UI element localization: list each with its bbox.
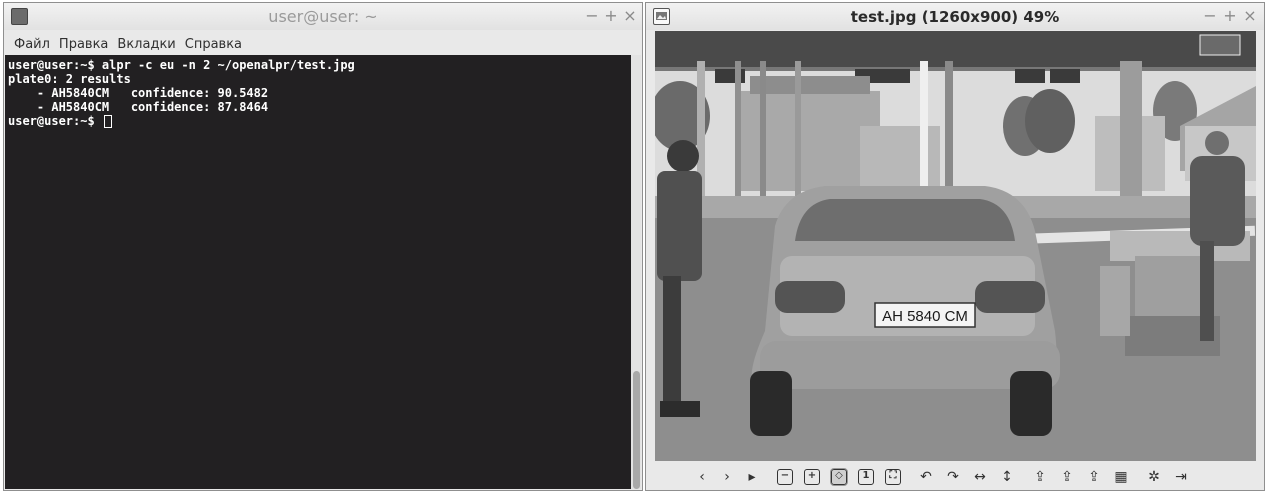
flip-horizontal-icon[interactable]: ↔ [972, 469, 988, 485]
terminal-line-result-1: - AH5840CM confidence: 90.5482 [8, 86, 269, 100]
rotate-left-icon[interactable]: ↶ [918, 469, 934, 485]
zoom-original-icon[interactable]: 1 [858, 469, 874, 485]
settings-icon[interactable]: ✲ [1146, 469, 1162, 485]
terminal-cursor [103, 115, 112, 128]
terminal-prompt: user@user:~$ [8, 114, 102, 128]
zoom-fit-icon[interactable]: ◇ [830, 468, 848, 486]
terminal-line-results: plate0: 2 results [8, 72, 131, 86]
menu-file[interactable]: Файл [14, 34, 50, 52]
terminal-line-command: user@user:~$ alpr -c eu -n 2 ~/openalpr/… [8, 58, 355, 72]
flip-vertical-icon[interactable]: ↕ [999, 469, 1015, 485]
terminal-output[interactable]: user@user:~$ alpr -c eu -n 2 ~/openalpr/… [5, 55, 631, 489]
image-viewer-window: test.jpg (1260x900) 49% − + × AH 5840 CM… [645, 2, 1265, 491]
terminal-titlebar[interactable]: user@user: ~ − + × [4, 3, 642, 30]
fullscreen-icon[interactable]: ⛶ [885, 469, 901, 485]
viewer-minimize-button[interactable]: − [1203, 6, 1217, 25]
terminal-window: user@user: ~ − + × Файл Правка Вкладки Спра… [3, 2, 643, 491]
terminal-menubar: Файл Правка Вкладки Справка [4, 33, 642, 55]
license-plate-text: AH 5840 CM [882, 308, 968, 325]
save-disk-icon[interactable]: ▦ [1113, 469, 1129, 485]
exit-icon[interactable]: ⇥ [1173, 469, 1189, 485]
save-icon[interactable]: ⇪ [1086, 469, 1102, 485]
terminal-scrollbar-thumb[interactable] [633, 371, 640, 489]
viewer-title: test.jpg (1260x900) 49% [850, 8, 1060, 26]
zoom-out-icon[interactable]: − [777, 469, 793, 485]
next-icon[interactable]: › [719, 469, 735, 485]
menu-tabs[interactable]: Вкладки [117, 34, 175, 52]
viewer-maximize-button[interactable]: + [1223, 6, 1237, 25]
open-file-icon[interactable]: ⇪ [1032, 469, 1048, 485]
terminal-line-result-2: - AH5840CM confidence: 87.8464 [8, 100, 269, 114]
viewer-toolbar: ‹ › ▸ − + ◇ 1 ⛶ ↶ ↷ ↔ ↕ ⇪ ⇪ ⇪ ▦ ✲ ⇥ [646, 464, 1264, 490]
play-icon[interactable]: ▸ [744, 469, 760, 485]
maximize-button[interactable]: + [604, 6, 618, 25]
rotate-right-icon[interactable]: ↷ [945, 469, 961, 485]
close-button[interactable]: × [623, 6, 637, 25]
terminal-prompt-line: user@user:~$ [8, 114, 112, 128]
save-as-icon[interactable]: ⇪ [1059, 469, 1075, 485]
viewer-close-button[interactable]: × [1243, 6, 1257, 25]
minimize-button[interactable]: − [585, 6, 599, 25]
photo-checkpoint-car: AH 5840 CM [655, 31, 1256, 461]
terminal-title: user@user: ~ [268, 7, 378, 26]
viewer-titlebar[interactable]: test.jpg (1260x900) 49% − + × [646, 3, 1264, 30]
image-canvas[interactable]: AH 5840 CM [655, 31, 1256, 461]
zoom-in-icon[interactable]: + [804, 469, 820, 485]
prev-icon[interactable]: ‹ [694, 469, 710, 485]
menu-edit[interactable]: Правка [59, 34, 108, 52]
menu-help[interactable]: Справка [185, 34, 242, 52]
